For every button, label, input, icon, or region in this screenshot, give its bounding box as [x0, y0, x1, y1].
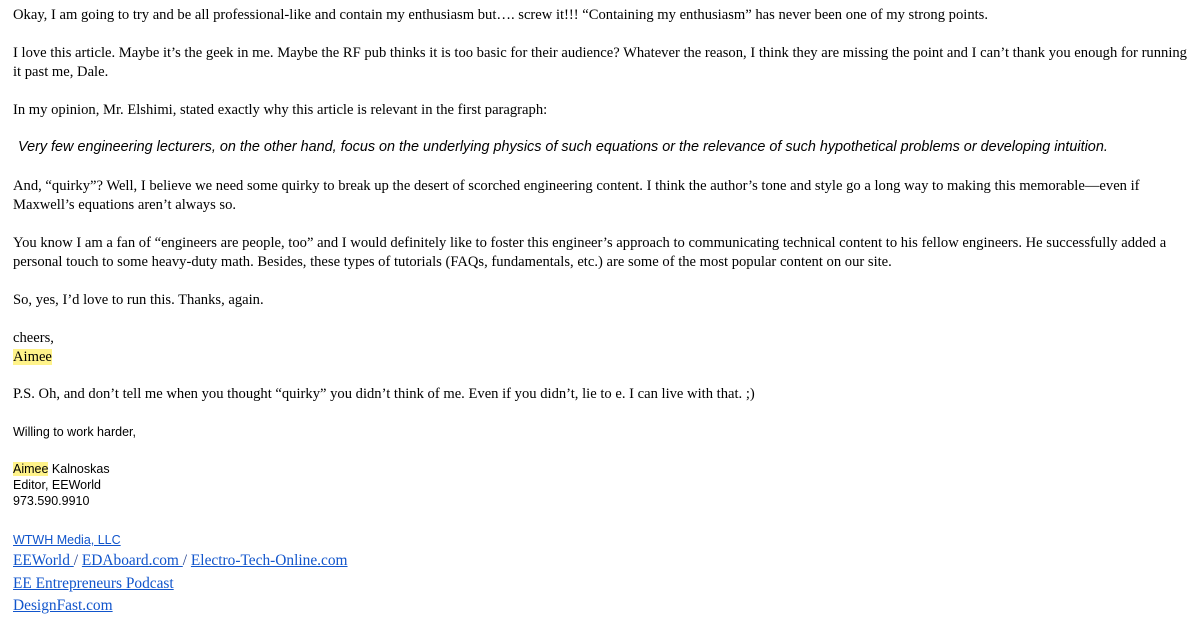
podcast-link[interactable]: EE Entrepreneurs Podcast	[13, 575, 174, 592]
quoted-passage: Very few engineering lecturers, on the o…	[18, 139, 1108, 155]
edaboard-link[interactable]: EDAboard.com	[82, 552, 183, 569]
signature-last-name: Kalnoskas	[48, 462, 110, 476]
electro-tech-online-link[interactable]: Electro-Tech-Online.com	[191, 552, 348, 569]
signature-first-name: Aimee	[13, 462, 49, 476]
paragraph-opinion: In my opinion, Mr. Elshimi, stated exact…	[13, 102, 548, 118]
sign-off: Willing to work harder,	[13, 425, 136, 439]
signature-phone: 973.590.9910	[13, 494, 90, 508]
signature-name: Aimee Kalnoskas	[13, 461, 613, 477]
signature-title: Editor, EEWorld	[13, 478, 102, 492]
designfast-row: DesignFast.com	[13, 595, 348, 618]
signature-block: Aimee Kalnoskas Editor, EEWorld 973.590.…	[13, 461, 613, 509]
company-link[interactable]: WTWH Media, LLC	[13, 533, 121, 547]
designfast-link[interactable]: DesignFast.com	[13, 597, 113, 614]
postscript: P.S. Oh, and don’t tell me when you thou…	[13, 386, 755, 402]
closing-text: cheers,	[13, 330, 54, 346]
paragraph-run-this: So, yes, I’d love to run this. Thanks, a…	[13, 292, 264, 308]
site-links-row: EEWorld / EDAboard.com / Electro-Tech-On…	[13, 550, 348, 573]
signature-links: EEWorld / EDAboard.com / Electro-Tech-On…	[13, 550, 348, 618]
eeworld-link[interactable]: EEWorld	[13, 552, 74, 569]
paragraph-engineers-people: You know I am a fan of “engineers are pe…	[13, 235, 1167, 270]
closing-name: Aimee	[13, 349, 52, 365]
paragraph-love-article: I love this article. Maybe it’s the geek…	[13, 45, 1187, 80]
closing-block: cheers, Aimee	[13, 329, 1188, 367]
company-block: WTWH Media, LLC	[13, 532, 121, 548]
paragraph-opening: Okay, I am going to try and be all profe…	[13, 7, 988, 23]
podcast-row: EE Entrepreneurs Podcast	[13, 573, 348, 596]
paragraph-quirky: And, “quirky”? Well, I believe we need s…	[13, 178, 1140, 213]
